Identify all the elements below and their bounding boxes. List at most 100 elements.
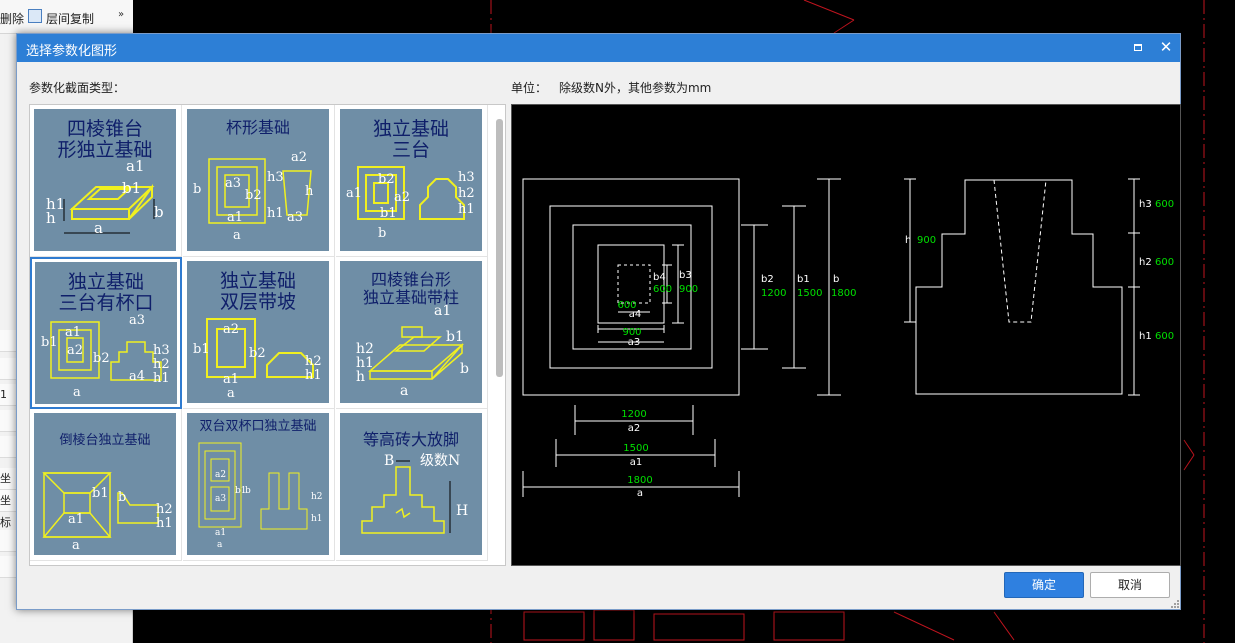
thumb-label-b: b	[118, 490, 126, 505]
dim-label-b3: b3	[679, 270, 692, 281]
thumb-label-b1: b1	[193, 342, 210, 357]
gallery-item-four-prism-frustum[interactable]: a1 b1 h1 h b a 四棱锥台 形独立基础	[30, 105, 182, 257]
section-type-label: 参数化截面类型：	[29, 81, 126, 95]
thumb-label-a1: a1	[346, 186, 362, 201]
background-row	[0, 330, 16, 352]
shape-thumbnail: a2 a3 b1 b h2 h1 a1 a 双台双杯口独立基础	[187, 413, 329, 555]
dim-value-b4: 600	[653, 284, 672, 295]
copy-floor-label[interactable]: 层间复制	[46, 10, 94, 27]
thumb-label-a: a	[400, 383, 408, 399]
thumb-label-a: a	[73, 385, 81, 400]
background-row	[0, 556, 16, 578]
dim-label-b1: b1	[797, 274, 810, 285]
thumb-label-levels: 级数N	[420, 453, 460, 469]
thumb-label-a4: a4	[129, 369, 145, 384]
thumb-label-h3: h3	[267, 170, 284, 185]
thumb-label-a: a	[217, 540, 223, 550]
unit-text: 除级数N外，其他参数为mm	[559, 81, 712, 95]
gallery-item-title: 独立基础 三台	[372, 118, 449, 161]
plan-dimension-labels: b4 600 b3 900 600 a4 900 a3 b2 1200 b1 1…	[617, 270, 856, 499]
background-toolbar: 删除 层间复制 »	[0, 0, 133, 34]
dim-label-b4: b4	[653, 272, 666, 283]
double-cup-foundation-diagram: a2 a3 b1 b h2 h1 a1 a	[198, 442, 323, 550]
toolbar-overflow-icon[interactable]: »	[118, 9, 124, 20]
shape-thumbnail: a1 b1 h1 h b a 四棱锥台 形独立基础	[34, 109, 176, 251]
thumb-label-h2: h2	[458, 186, 475, 201]
thumb-label-a1: a1	[227, 210, 243, 225]
dim-value-h3: 600	[1155, 199, 1174, 210]
background-row	[0, 358, 16, 380]
section-view	[904, 178, 1140, 396]
thumb-label-a: a	[233, 228, 241, 243]
preview-drawing: b4 600 b3 900 600 a4 900 a3 b2 1200 b1 1…	[522, 178, 1174, 499]
gallery-item-double-slope-foundation[interactable]: a2 b1 b2 h2 h1 a1 a 独立基础 双层带坡	[183, 257, 335, 409]
section-outline	[915, 179, 1123, 395]
gallery-item-title: 独立基础 三台有杯口	[58, 271, 154, 314]
gallery-item-frustum-with-column[interactable]: a1 b1 h2 h1 h b a 四棱锥台形 独立基础带柱	[336, 257, 488, 409]
plan-cup-outline	[617, 264, 651, 304]
thumb-label-b2: b2	[249, 346, 266, 361]
delete-tool-label[interactable]: 删除	[0, 10, 24, 27]
shape-thumbnail: a1 a3 b1 a2 b2 h3 h2 h1 a4 a 独立基础 三台有杯口	[35, 262, 177, 404]
thumb-label-a1: a1	[65, 325, 81, 340]
thumb-label-b: b	[193, 182, 201, 197]
plan-outline-a	[522, 178, 740, 396]
thumb-label-a3: a3	[215, 494, 226, 504]
background-row	[0, 436, 16, 458]
thumb-label-b: b	[245, 486, 251, 496]
background-row	[0, 410, 16, 432]
gallery-item-title: 四棱锥台 形独立基础	[57, 118, 153, 161]
thumb-label-h1: h1	[153, 371, 170, 386]
close-icon[interactable]: ✕	[1156, 37, 1176, 57]
thumb-label-a2: a2	[67, 343, 83, 358]
thumb-label-a2: a2	[223, 322, 239, 337]
thumb-label-h1: h1	[267, 206, 284, 221]
gallery-item-brick-footing[interactable]: B 级数N H 等高砖大放脚	[336, 409, 488, 561]
dim-value-a2: 1200	[621, 409, 646, 420]
gallery-scrollbar-thumb[interactable]	[496, 119, 503, 377]
dim-value-h2: 600	[1155, 257, 1174, 268]
shape-thumbnail: a2 b1 b2 h2 h1 a1 a 独立基础 双层带坡	[187, 261, 329, 403]
thumb-label-b1: b1	[41, 335, 58, 350]
unit-prefix: 单位：	[511, 81, 548, 95]
background-row-label: 坐标	[0, 468, 16, 507]
unit-note: 单位： 除级数N外，其他参数为mm	[511, 79, 711, 96]
cancel-button[interactable]: 取消	[1090, 572, 1170, 598]
dim-label-b2: b2	[761, 274, 774, 285]
maximize-icon[interactable]	[1128, 39, 1148, 57]
thumb-label-B: B	[384, 453, 394, 469]
thumb-label-h1: h1	[458, 202, 475, 217]
dim-value-a1: 1500	[623, 443, 648, 454]
thumb-label-h2: h2	[305, 354, 322, 369]
copy-floor-icon[interactable]	[28, 9, 42, 23]
background-row-label: 坐标	[0, 490, 16, 529]
gallery-item-three-step-foundation[interactable]: b2 a1 a2 b1 h3 h2 h1 b 独立基础 三台	[336, 105, 488, 257]
thumb-label-h2: h2	[311, 492, 323, 502]
thumb-label-a: a	[72, 538, 80, 553]
thumb-label-a2: a2	[394, 190, 410, 205]
thumb-label-b2: b2	[378, 172, 395, 187]
thumb-label-a1: a1	[223, 372, 239, 387]
thumb-label-b1: b1	[122, 179, 141, 197]
gallery-item-double-cup-foundation[interactable]: a2 a3 b1 b h2 h1 a1 a 双台双杯口独立基础	[183, 409, 335, 561]
thumb-label-h3: h3	[458, 170, 475, 185]
thumb-label-b2: b2	[245, 188, 262, 203]
gallery-scrollbar[interactable]	[493, 107, 505, 565]
background-row	[0, 530, 16, 552]
gallery-item-cup-foundation[interactable]: a2 b a3 b2 h3 h a1 h1 a3 a 杯形基础	[183, 105, 335, 257]
thumb-label-a3: a3	[129, 313, 145, 328]
gallery-item-inverted-frustum[interactable]: b1 b a1 h2 h1 a 倒棱台独立基础	[30, 409, 182, 561]
resize-grip-icon[interactable]	[1170, 599, 1180, 609]
dialog-title: 选择参数化图形	[26, 44, 118, 59]
dim-label-a3: a3	[628, 337, 641, 348]
gallery-item-three-step-with-cup[interactable]: a1 a3 b1 a2 b2 h3 h2 h1 a4 a 独立基础 三台有杯口	[30, 257, 182, 409]
gallery-item-title: 独立基础 双层带坡	[219, 270, 296, 313]
dialog-title-bar[interactable]: 选择参数化图形 ✕	[17, 34, 1180, 62]
thumb-label-b1: b1	[380, 206, 397, 221]
thumb-label-h2: h2	[153, 357, 170, 372]
thumb-label-a3b: a3	[287, 210, 303, 225]
shape-thumbnail: a1 b1 h2 h1 h b a 四棱锥台形 独立基础带柱	[340, 261, 482, 403]
dim-value-b: 1800	[831, 288, 856, 299]
ok-button[interactable]: 确定	[1004, 572, 1084, 598]
dim-label-a2: a2	[628, 423, 641, 434]
